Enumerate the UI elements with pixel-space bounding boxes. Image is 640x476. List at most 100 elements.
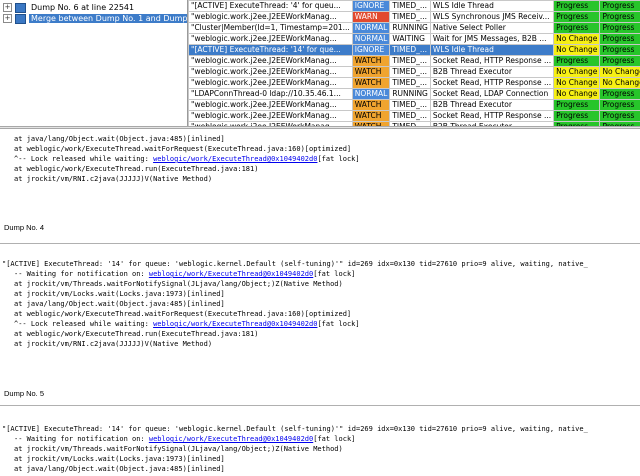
thread-type-cell: WLS Idle Thread <box>429 0 555 12</box>
compare-cell: Progress <box>553 110 601 122</box>
tree-item-label[interactable]: Dump No. 6 at line 22541 <box>29 3 136 12</box>
stack-line: -- Waiting for notification on: weblogic… <box>14 435 355 444</box>
compare-cell: Progress <box>599 88 640 100</box>
compare-cell: Progress <box>599 44 640 56</box>
compare-cell: Progress <box>599 110 640 122</box>
merge-node-icon <box>15 13 26 24</box>
thread-row[interactable]: "Cluster|Member(Id=1, Timestamp=201... NO… <box>188 22 640 34</box>
dump-heading: Dump No. 4 <box>4 223 45 232</box>
state-cell: IGNORE <box>351 44 391 56</box>
stack-line: at jrockit/vm/RNI.c2java(JJJJJ)V(Native … <box>14 340 213 348</box>
thread-state-cell: TIMED_... <box>389 44 431 56</box>
compare-cell: No Change <box>599 77 640 89</box>
state-cell: WATCH <box>351 110 391 122</box>
thread-name-cell: "weblogic.work.j2ee.J2EEWorkManag... <box>188 11 353 23</box>
dump-tree[interactable]: + Dump No. 6 at line 22541 + Merge between… <box>0 0 213 126</box>
state-cell: WARN <box>351 11 391 23</box>
lock-link[interactable]: weblogic/work/ExecuteThread@0x1049402d0 <box>149 435 313 443</box>
compare-cell: No Change <box>553 33 601 45</box>
tree-item-dump-6[interactable]: + Dump No. 6 at line 22541 <box>3 2 136 13</box>
dump-node-icon <box>15 2 26 13</box>
thread-type-cell: Wait for JMS Messages, B2B ... <box>429 33 555 45</box>
tree-item-merge[interactable]: + Merge between Dump No. 1 and Dump No. 5 <box>3 13 213 24</box>
thread-row[interactable]: "[ACTIVE] ExecuteThread: '14' for que...… <box>188 44 640 56</box>
state-cell: WATCH <box>351 55 391 67</box>
state-cell: IGNORE <box>351 0 391 12</box>
thread-name-cell: "weblogic.work.j2ee.J2EEWorkManag... <box>188 99 353 111</box>
thread-state-cell: RUNNING <box>389 88 431 100</box>
expand-icon[interactable]: + <box>3 14 12 23</box>
thread-row[interactable]: "weblogic.work.j2ee.J2EEWorkManag...WATC… <box>188 55 640 67</box>
compare-cell: Progress <box>599 55 640 67</box>
dump-heading: Dump No. 5 <box>4 389 45 398</box>
state-cell: NORMAL <box>351 22 391 34</box>
thread-state-cell: TIMED_... <box>389 0 431 12</box>
top-panel: + Dump No. 6 at line 22541 + Merge between… <box>0 0 640 126</box>
thread-row[interactable]: "[ACTIVE] ExecuteThread: '4' for queu...… <box>188 0 640 12</box>
stack-line: at java/lang/Object.wait(Object.java:485… <box>14 300 225 308</box>
lock-link[interactable]: weblogic/work/ExecuteThread@0x1049402d0 <box>153 155 317 163</box>
state-cell: NORMAL <box>351 88 391 100</box>
expand-icon[interactable]: + <box>3 3 12 12</box>
thread-type-cell: WLS Synchronous JMS Receiv... <box>429 11 555 23</box>
stack-line: at weblogic/work/ExecuteThread.waitForRe… <box>14 310 352 318</box>
thread-row[interactable]: "weblogic.work.j2ee.J2EEWorkManag... WARN… <box>188 11 640 23</box>
compare-cell: Progress <box>599 0 640 12</box>
compare-cell: No Change <box>553 44 601 56</box>
state-cell: WATCH <box>351 66 391 78</box>
thread-name-cell: "weblogic.work.j2ee.J2EEWorkManag... <box>188 110 353 122</box>
stack-line: ^-- Lock released while waiting: weblogi… <box>14 155 360 164</box>
separator <box>0 243 640 244</box>
thread-name-cell: "[ACTIVE] ExecuteThread: '14' for que... <box>188 44 353 56</box>
thread-row[interactable]: "LDAPConnThread-0 ldap://10.35.46.1... NO… <box>188 88 640 100</box>
stack-line: at java/lang/Object.wait(Object.java:485… <box>14 465 225 473</box>
separator <box>0 405 640 406</box>
compare-cell: Progress <box>553 22 601 34</box>
stack-line: at jrockit/vm/Locks.wait(Locks.java:1973… <box>14 455 225 463</box>
thread-type-cell: Socket Read, HTTP Response ... <box>429 55 555 67</box>
thread-type-cell: WLS Idle Thread <box>429 44 555 56</box>
stack-text: -- Waiting for notification on: <box>14 435 149 443</box>
stack-line: -- Waiting for notification on: weblogic… <box>14 270 355 279</box>
thread-name-cell: "weblogic.work.j2ee.J2EEWorkManag... <box>188 66 353 78</box>
compare-cell: No Change <box>599 66 640 78</box>
compare-cell: Progress <box>599 11 640 23</box>
stack-text: [fat lock] <box>313 435 356 443</box>
thread-type-cell: Socket Read, LDAP Connection <box>429 88 555 100</box>
thread-row[interactable]: "weblogic.work.j2ee.J2EEWorkManag...WATC… <box>188 99 640 111</box>
thread-state-cell: TIMED_... <box>389 99 431 111</box>
stack-line: at weblogic/work/ExecuteThread.run(Execu… <box>14 330 259 338</box>
compare-cell: Progress <box>553 55 601 67</box>
stack-text: ^-- Lock released while waiting: <box>14 155 154 163</box>
thread-state-cell: TIMED_... <box>389 55 431 67</box>
lock-link[interactable]: weblogic/work/ExecuteThread@0x1049402d0 <box>153 320 317 328</box>
stack-line: at weblogic/work/ExecuteThread.run(Execu… <box>14 165 259 173</box>
state-cell: WATCH <box>351 99 391 111</box>
thread-name-cell: "weblogic.work.j2ee.J2EEWorkManag... <box>188 55 353 67</box>
thread-header: "[ACTIVE] ExecuteThread: '14' for queue:… <box>2 425 588 433</box>
stack-text: -- Waiting for notification on: <box>14 270 149 278</box>
stack-text: [fat lock] <box>317 320 360 328</box>
tree-item-label[interactable]: Merge between Dump No. 1 and Dump No. 5 <box>29 14 213 23</box>
thread-row[interactable]: "weblogic.work.j2ee.J2EEWorkManag...WATC… <box>188 77 640 89</box>
stack-line: at java/lang/Object.wait(Object.java:485… <box>14 135 225 143</box>
thread-state-cell: TIMED_... <box>389 77 431 89</box>
compare-cell: Progress <box>553 0 601 12</box>
stack-text: [fat lock] <box>313 270 356 278</box>
thread-name-cell: "LDAPConnThread-0 ldap://10.35.46.1... <box>188 88 353 100</box>
thread-row[interactable]: "weblogic.work.j2ee.J2EEWorkManag...WATC… <box>188 66 640 78</box>
thread-type-cell: Socket Read, HTTP Response ... <box>429 77 555 89</box>
thread-header: "[ACTIVE] ExecuteThread: '14' for queue:… <box>2 260 588 268</box>
thread-name-cell: "[ACTIVE] ExecuteThread: '4' for queu... <box>188 0 353 12</box>
thread-row[interactable]: "weblogic.work.j2ee.J2EEWorkManag...WATC… <box>188 110 640 122</box>
compare-cell: No Change <box>553 88 601 100</box>
stack-text: [fat lock] <box>317 155 360 163</box>
thread-type-cell: B2B Thread Executor <box>429 99 555 111</box>
thread-type-cell: Socket Read, HTTP Response ... <box>429 110 555 122</box>
thread-row[interactable]: "weblogic.work.j2ee.J2EEWorkManag... NORM… <box>188 33 640 45</box>
thread-state-cell: RUNNING <box>389 22 431 34</box>
stack-text: ^-- Lock released while waiting: <box>14 320 154 328</box>
lock-link[interactable]: weblogic/work/ExecuteThread@0x1049402d0 <box>149 270 313 278</box>
thread-dump-text: at java/lang/Object.wait(Object.java:485… <box>0 129 640 476</box>
state-cell: NORMAL <box>351 33 391 45</box>
